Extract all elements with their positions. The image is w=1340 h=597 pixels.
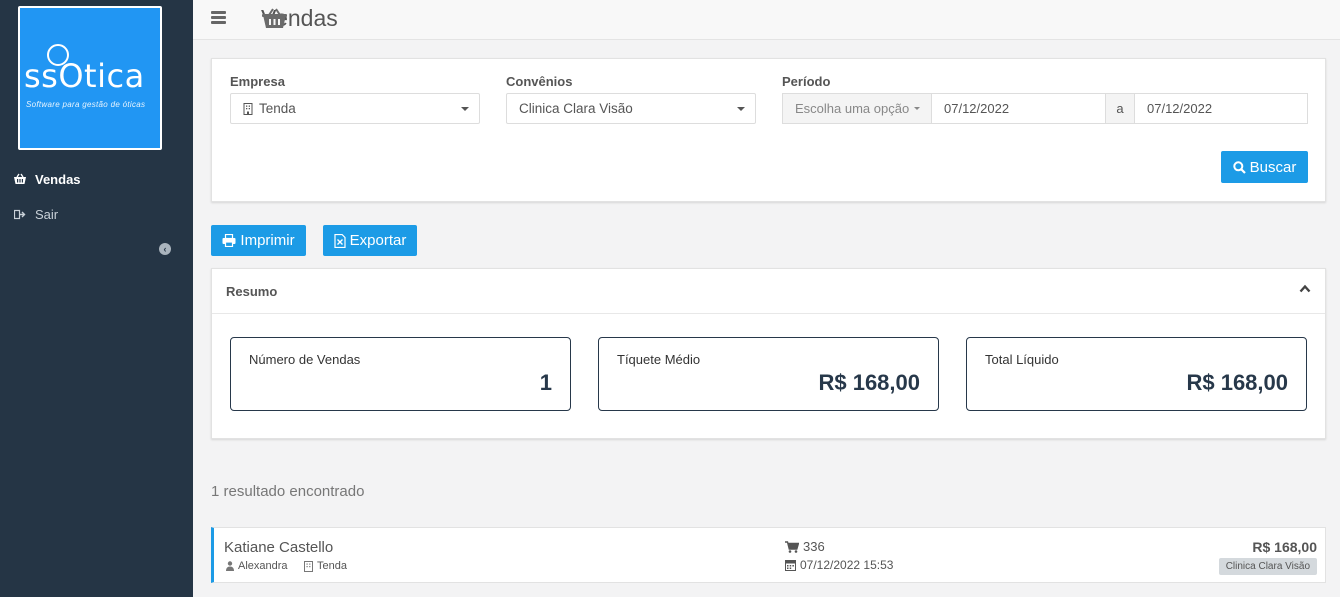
calendar-icon xyxy=(785,560,796,571)
date-from-input[interactable]: 07/12/2022 xyxy=(931,93,1106,124)
app-logo[interactable]: ssOtica Software para gestão de óticas xyxy=(18,6,162,150)
caret-down-icon xyxy=(461,107,469,111)
hamburger-menu-icon[interactable] xyxy=(211,11,226,24)
results-count: 1 resultado encontrado xyxy=(211,483,365,500)
empresa-select[interactable]: Tenda xyxy=(230,93,480,124)
sign-out-icon xyxy=(12,207,28,221)
logo-text: ssOtica xyxy=(24,57,145,95)
agreement-tag: Clinica Clara Visão xyxy=(1218,558,1317,575)
empresa-value: Tenda xyxy=(259,101,296,116)
sidebar-item-label: Vendas xyxy=(35,171,81,187)
stat-card-numero-vendas: Número de Vendas 1 xyxy=(230,337,571,411)
export-button[interactable]: Exportar xyxy=(323,225,417,256)
basket-icon xyxy=(261,6,288,33)
stat-label: Número de Vendas xyxy=(249,352,361,367)
summary-header[interactable]: Resumo xyxy=(212,269,1325,314)
sidebar: ssOtica Software para gestão de óticas V… xyxy=(0,0,193,597)
building-icon xyxy=(304,560,313,572)
building-icon xyxy=(243,102,253,115)
empresa-label: Empresa xyxy=(230,74,285,89)
summary-panel: Resumo Número de Vendas 1 Tíquete Médio … xyxy=(211,268,1326,439)
order-number: 336 xyxy=(785,539,825,554)
sidebar-item-sair[interactable]: Sair xyxy=(0,202,193,226)
chevron-left-circle-icon[interactable]: ‹ xyxy=(159,243,171,255)
summary-title: Resumo xyxy=(226,283,278,299)
excel-file-icon xyxy=(334,233,346,248)
sidebar-item-label: Sair xyxy=(35,206,59,222)
sidebar-item-vendas[interactable]: Vendas xyxy=(0,167,193,191)
convenios-select[interactable]: Clinica Clara Visão xyxy=(506,93,756,124)
date-to-input[interactable]: 07/12/2022 xyxy=(1134,93,1308,124)
basket-icon xyxy=(12,172,28,186)
stat-card-tiquete-medio: Tíquete Médio R$ 168,00 xyxy=(598,337,939,411)
periodo-label: Período xyxy=(782,74,831,89)
list-item[interactable]: Katiane Castello Alexandra Tenda 336 07/… xyxy=(211,527,1326,583)
print-button[interactable]: Imprimir xyxy=(211,225,306,256)
stat-card-total-liquido: Total Líquido R$ 168,00 xyxy=(966,337,1307,411)
convenios-value: Clinica Clara Visão xyxy=(519,101,633,116)
search-button[interactable]: Buscar xyxy=(1221,151,1308,183)
top-bar: Vendas xyxy=(193,0,1340,40)
stat-value: 1 xyxy=(539,370,552,395)
store-meta: Tenda xyxy=(304,560,347,572)
stat-label: Tíquete Médio xyxy=(617,352,701,367)
chevron-up-icon[interactable] xyxy=(1299,284,1311,293)
seller-meta: Alexandra xyxy=(226,560,288,572)
order-datetime: 07/12/2022 15:53 xyxy=(785,558,893,572)
periodo-option-dropdown[interactable]: Escolha uma opção xyxy=(782,93,931,124)
date-separator: a xyxy=(1106,93,1134,124)
stat-value: R$ 168,00 xyxy=(1186,370,1288,395)
sale-amount: R$ 168,00 xyxy=(1252,539,1317,555)
stat-value: R$ 168,00 xyxy=(818,370,920,395)
convenios-label: Convênios xyxy=(506,74,573,89)
filter-panel: Empresa Tenda Convênios Clinica Clara Vi… xyxy=(211,58,1326,202)
search-icon xyxy=(1232,160,1246,174)
stat-label: Total Líquido xyxy=(985,352,1059,367)
shopping-cart-icon xyxy=(785,540,799,553)
client-name: Katiane Castello xyxy=(224,539,334,556)
logo-subtitle: Software para gestão de óticas xyxy=(26,100,146,109)
user-icon xyxy=(226,561,234,571)
caret-down-icon xyxy=(914,107,921,110)
printer-icon xyxy=(222,234,236,247)
caret-down-icon xyxy=(737,107,745,111)
